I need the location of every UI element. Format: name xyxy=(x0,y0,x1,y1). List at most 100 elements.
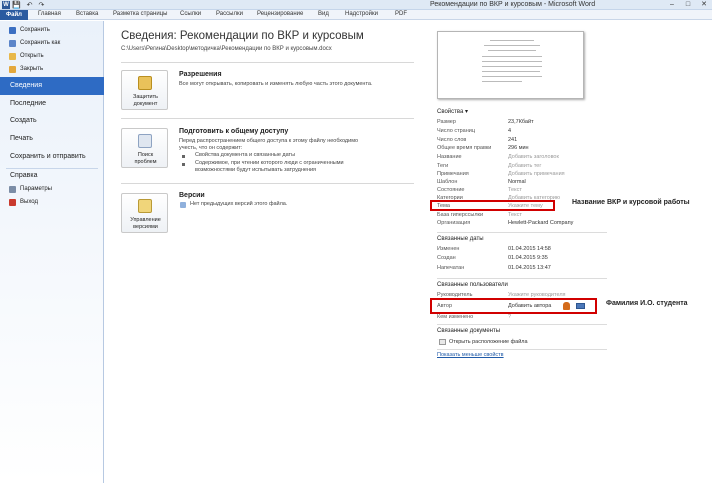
prop-key: Напечатан xyxy=(437,265,465,271)
nav-save-as[interactable]: Сохранить как xyxy=(0,38,104,49)
prop-value[interactable]: Добавить тег xyxy=(508,163,541,169)
thumb-text-line xyxy=(482,66,542,67)
prepare-title: Подготовить к общему доступу xyxy=(179,128,289,135)
prop-value[interactable]: Добавить заголовок xyxy=(508,154,559,160)
nav-item-info[interactable]: Сведения xyxy=(0,77,104,95)
tab-insert[interactable]: Вставка xyxy=(76,11,98,17)
nav-save[interactable]: Сохранить xyxy=(0,25,104,36)
prop-value: Hewlett-Packard Company xyxy=(508,220,574,226)
prop-row-company: Организация Hewlett-Packard Company xyxy=(437,220,607,228)
save-icon xyxy=(9,27,16,34)
manage-versions-label-1: Управление xyxy=(130,217,161,223)
page-title: Сведения: Рекомендации по ВКР и курсовым xyxy=(121,30,364,42)
tab-pdf[interactable]: PDF xyxy=(395,11,407,17)
bullet xyxy=(182,155,185,158)
properties-header[interactable]: Свойства ▾ xyxy=(437,108,468,115)
nav-item-help-label: Справка xyxy=(10,172,38,179)
nav-item-print[interactable]: Печать xyxy=(0,130,104,148)
prepare-text-2: учесть, что он содержит: xyxy=(179,145,243,151)
subject-annotation: Название ВКР и курсовой работы xyxy=(572,199,690,206)
prop-key: Общее время правки xyxy=(437,145,492,151)
section-divider xyxy=(121,183,414,184)
bullet xyxy=(182,163,185,166)
save-as-icon xyxy=(9,40,16,47)
open-folder-icon xyxy=(9,53,16,60)
minimize-icon[interactable]: – xyxy=(664,0,680,10)
protect-document-label-1: Защитить xyxy=(133,94,158,100)
nav-item-save-send[interactable]: Сохранить и отправить xyxy=(0,148,104,166)
thumb-text-line xyxy=(482,61,542,62)
maximize-icon[interactable]: □ xyxy=(680,0,696,10)
prepare-bullet-2a: Содержимое, при чтении которого люди с о… xyxy=(195,160,344,166)
nav-options[interactable]: Параметры xyxy=(0,184,104,195)
nav-exit-label: Выход xyxy=(20,199,38,205)
nav-close[interactable]: Закрыть xyxy=(0,64,104,75)
ribbon-tabs: Файл Главная Вставка Разметка страницы С… xyxy=(0,10,712,20)
author-annotation: Фамилия И.О. студента xyxy=(606,300,688,307)
manage-versions-label-2: версиями xyxy=(133,224,158,230)
protect-document-button[interactable]: Защитить документ xyxy=(121,70,168,110)
prop-key: База гиперссылки xyxy=(437,212,484,218)
thumb-text-line xyxy=(490,40,534,41)
window-title: Рекомендации по ВКР и курсовым - Microso… xyxy=(430,1,596,8)
protect-document-label-2: документ xyxy=(133,101,158,107)
tab-view[interactable]: Вид xyxy=(318,11,329,17)
prop-value: Normal xyxy=(508,179,526,185)
nav-item-save-send-label: Сохранить и отправить xyxy=(10,153,86,160)
prop-key: Состояние xyxy=(437,187,465,193)
nav-close-label: Закрыть xyxy=(20,66,44,72)
show-fewer-properties-link[interactable]: Показать меньше свойств xyxy=(437,352,504,358)
prop-value: 4 xyxy=(508,128,512,134)
prop-row-last-modified-by: Кем изменено? xyxy=(437,314,607,322)
prop-row-hyperlink-base[interactable]: База гиперссылки Текст xyxy=(437,212,607,220)
prop-row-comments[interactable]: Примечания Добавить примечания xyxy=(437,171,607,179)
manage-versions-button[interactable]: Управление версиями xyxy=(121,193,168,233)
check-issues-label-2: проблем xyxy=(134,159,157,165)
tab-addins[interactable]: Надстройки xyxy=(345,11,378,17)
prop-value[interactable]: Текст xyxy=(508,187,522,193)
prepare-text-1: Перед распространением общего доступа к … xyxy=(179,138,359,144)
prop-key: Создан xyxy=(437,255,456,261)
prop-value: 01.04.2015 9:35 xyxy=(508,255,548,261)
word-app-icon[interactable]: W xyxy=(2,1,10,9)
nav-exit[interactable]: Выход xyxy=(0,197,104,208)
prop-row-tags[interactable]: Теги Добавить тег xyxy=(437,163,607,171)
tab-home[interactable]: Главная xyxy=(38,11,61,17)
section-divider xyxy=(121,118,414,119)
nav-save-as-label: Сохранить как xyxy=(20,40,61,46)
nav-item-new[interactable]: Создать xyxy=(0,112,104,130)
tab-references[interactable]: Ссылки xyxy=(180,11,201,17)
tab-review[interactable]: Рецензирование xyxy=(257,11,303,17)
prop-key: Шаблон xyxy=(437,179,458,185)
prop-key: Теги xyxy=(437,163,449,169)
panel-divider xyxy=(437,278,607,279)
nav-item-help[interactable]: Справка xyxy=(0,167,104,185)
permissions-title: Разрешения xyxy=(179,71,222,78)
prop-row-title[interactable]: Название Добавить заголовок xyxy=(437,154,607,162)
prop-value[interactable]: Текст xyxy=(508,212,522,218)
prop-key: Название xyxy=(437,154,462,160)
chevron-down-icon: ▾ xyxy=(465,109,469,115)
lock-key-icon xyxy=(138,76,152,90)
quick-access-toolbar[interactable]: 💾 ↶ ↷ xyxy=(12,1,46,9)
related-people-header: Связанные пользователи xyxy=(437,282,508,288)
open-file-location-link[interactable]: Открыть расположение файла xyxy=(449,339,528,345)
nav-save-label: Сохранить xyxy=(20,27,50,33)
prop-row-pages: Число страниц 4 xyxy=(437,128,607,136)
prop-row-words: Число слов 241 xyxy=(437,137,607,145)
tab-page-layout[interactable]: Разметка страницы xyxy=(113,11,167,17)
prop-row-status[interactable]: Состояние Текст xyxy=(437,187,607,195)
close-icon[interactable]: ✕ xyxy=(696,0,712,10)
nav-open[interactable]: Открыть xyxy=(0,51,104,62)
prop-key: Кем изменено xyxy=(437,314,474,320)
subject-highlight-box xyxy=(430,200,555,211)
file-path: C:\Users\Регина\Desktop\методичка\Рекоме… xyxy=(121,46,332,52)
nav-item-new-label: Создать xyxy=(10,117,37,124)
check-for-issues-button[interactable]: Поиск проблем xyxy=(121,128,168,168)
tab-mailings[interactable]: Рассылки xyxy=(216,11,243,17)
nav-item-recent[interactable]: Последние xyxy=(0,95,104,113)
prop-value[interactable]: Добавить примечания xyxy=(508,171,565,177)
thumb-text-line xyxy=(484,45,540,46)
tab-file[interactable]: Файл xyxy=(0,10,28,20)
exit-icon xyxy=(9,199,16,206)
